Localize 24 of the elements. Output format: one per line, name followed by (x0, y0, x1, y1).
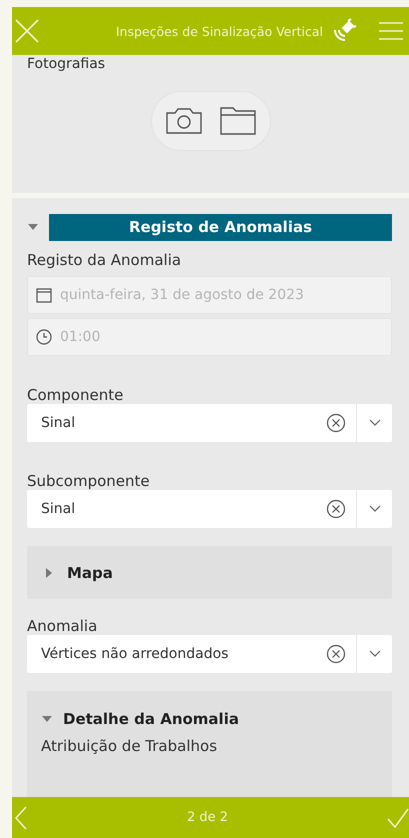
field-label: Registo da Anomalia (27, 251, 182, 269)
section-title[interactable]: Detalhe da Anomalia (63, 710, 239, 728)
select-field[interactable]: Vértices não arredondados (27, 635, 392, 673)
chevron-down-icon[interactable] (368, 505, 380, 513)
field-label: Subcomponente (27, 472, 151, 490)
chevron-down-icon[interactable] (368, 419, 380, 427)
camera-icon[interactable] (164, 107, 202, 135)
page-indicator: 2 de 2 (186, 810, 228, 825)
chevron-down-icon[interactable] (368, 650, 380, 658)
field-label: Atribuição de Trabalhos (41, 737, 218, 755)
field-label: Fotografias (27, 55, 106, 74)
clear-icon[interactable] (326, 644, 346, 664)
clear-icon[interactable] (326, 499, 346, 519)
section-header[interactable]: Registo de Anomalias (49, 214, 392, 240)
clock-icon (36, 329, 52, 345)
calendar-icon (36, 287, 52, 303)
folder-icon[interactable] (218, 106, 256, 136)
field-label: Anomalia (27, 617, 98, 635)
clear-icon[interactable] (326, 413, 346, 433)
map-section-header[interactable]: Mapa (27, 546, 392, 599)
window-title: Inspeções de Sinalização Vertical (114, 24, 323, 38)
select-field[interactable]: Sinal (27, 404, 392, 442)
field-label: Componente (27, 386, 124, 404)
select-field[interactable]: Sinal (27, 490, 392, 528)
